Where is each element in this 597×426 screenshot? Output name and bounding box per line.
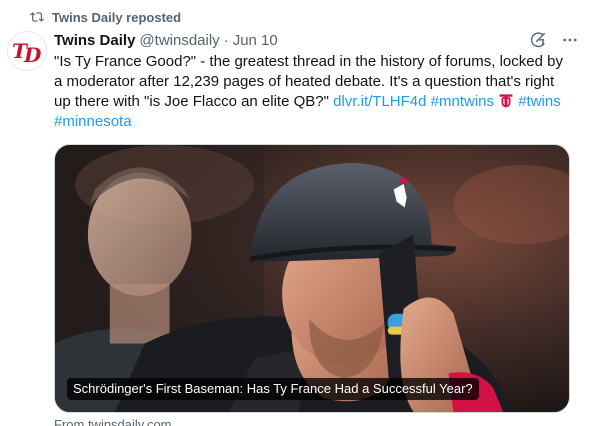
- repost-icon: [30, 12, 44, 22]
- more-icon[interactable]: [561, 31, 579, 49]
- card-image: [55, 145, 569, 412]
- card-source[interactable]: From twinsdaily.com: [54, 417, 172, 426]
- twins-logo-icon: [499, 94, 513, 108]
- hashtag-mntwins[interactable]: #mntwins: [431, 93, 494, 110]
- header-actions: [529, 31, 579, 49]
- hashtag-twins[interactable]: #twins: [518, 93, 561, 110]
- separator-dot: ·: [223, 31, 229, 49]
- hashtag-minnesota[interactable]: #minnesota: [54, 113, 132, 130]
- twins-daily-logo: T D: [12, 39, 42, 67]
- grok-icon[interactable]: [529, 31, 547, 49]
- avatar[interactable]: T D: [7, 31, 47, 71]
- repost-indicator[interactable]: Twins Daily reposted: [30, 9, 181, 25]
- repost-label: Twins Daily reposted: [52, 9, 182, 25]
- tweet-link[interactable]: dlvr.it/TLHF4d: [333, 93, 426, 110]
- tweet-body: "Is Ty France Good?" - the greatest thre…: [54, 52, 574, 132]
- author-name[interactable]: Twins Daily: [54, 32, 135, 49]
- link-card[interactable]: Schrödinger's First Baseman: Has Ty Fran…: [54, 144, 570, 413]
- svg-text:D: D: [23, 43, 42, 67]
- card-title: Schrödinger's First Baseman: Has Ty Fran…: [67, 378, 479, 400]
- author-handle[interactable]: @twinsdaily: [139, 32, 219, 49]
- tweet-header: Twins Daily @twinsdaily · Jun 10: [54, 30, 579, 50]
- tweet-timestamp[interactable]: Jun 10: [233, 32, 278, 49]
